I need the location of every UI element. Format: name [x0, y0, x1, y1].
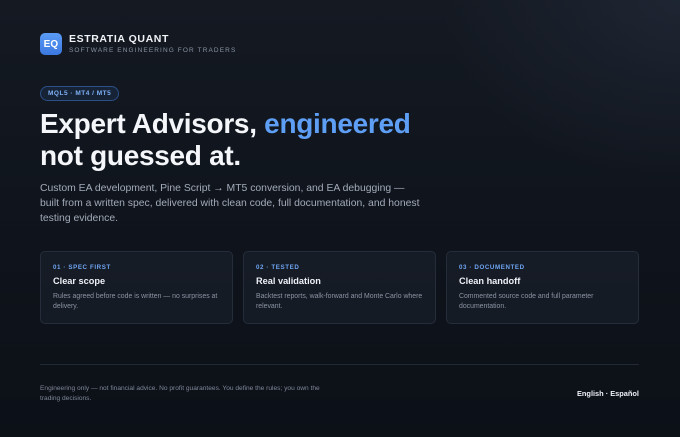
brand-text: ESTRATIA QUANT SOFTWARE ENGINEERING FOR … — [69, 33, 236, 55]
feature-cards: 01 · SPEC FIRST Clear scope Rules agreed… — [40, 251, 639, 324]
card-description: Backtest reports, walk-forward and Monte… — [256, 293, 423, 310]
card-kicker: 03 · DOCUMENTED — [459, 264, 525, 271]
page-title: Expert Advisors, engineered not guessed … — [40, 108, 411, 172]
feature-card-spec-first: 01 · SPEC FIRST Clear scope Rules agreed… — [40, 251, 233, 324]
card-title: Clear scope — [53, 276, 106, 286]
card-title: Real validation — [256, 276, 321, 286]
headline-part2: not guessed at. — [40, 140, 241, 171]
hero-lead: Custom EA development, Pine Script → MT5… — [40, 183, 420, 224]
language-switch[interactable]: English · Español — [577, 389, 639, 398]
brand-name: ESTRATIA QUANT — [69, 33, 169, 45]
card-kicker: 02 · TESTED — [256, 264, 300, 271]
logo-icon: EQ — [40, 33, 62, 55]
platform-badge: MQL5 · MT4 / MT5 — [40, 86, 120, 101]
card-description: Rules agreed before code is written — no… — [53, 293, 218, 310]
card-description: Commented source code and full parameter… — [459, 293, 594, 310]
disclaimer: Engineering only — not financial advice.… — [40, 385, 320, 402]
brand[interactable]: EQ ESTRATIA QUANT SOFTWARE ENGINEERING F… — [40, 33, 236, 55]
card-kicker: 01 · SPEC FIRST — [53, 264, 111, 271]
card-title: Clean handoff — [459, 276, 521, 286]
brand-tagline: SOFTWARE ENGINEERING FOR TRADERS — [69, 47, 237, 54]
headline-accent: engineered — [264, 108, 411, 139]
footer-divider — [40, 364, 639, 365]
feature-card-documented: 03 · DOCUMENTED Clean handoff Commented … — [446, 251, 639, 324]
headline-part1: Expert Advisors, — [40, 108, 265, 139]
feature-card-tested: 02 · TESTED Real validation Backtest rep… — [243, 251, 436, 324]
